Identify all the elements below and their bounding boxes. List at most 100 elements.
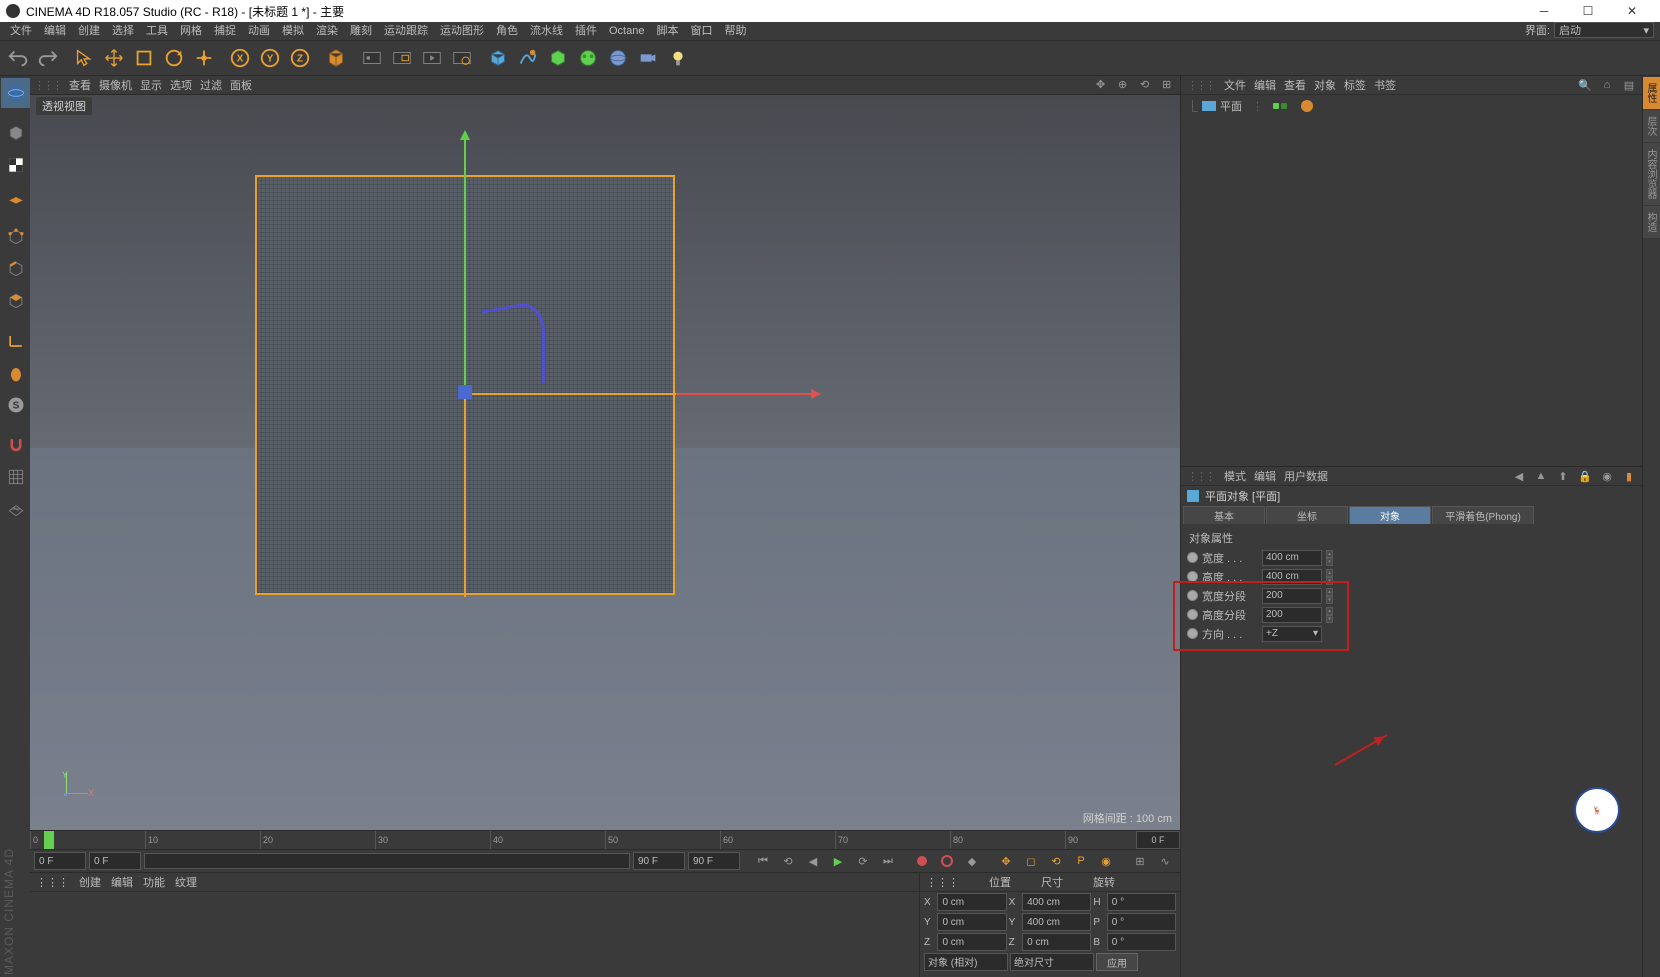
redo-button[interactable] bbox=[34, 44, 62, 72]
coord-mode-select[interactable]: 对象 (相对) bbox=[924, 953, 1008, 971]
anim-toggle[interactable] bbox=[1187, 590, 1198, 601]
mat-menu-edit[interactable]: 编辑 bbox=[111, 874, 133, 890]
frame-a-field[interactable]: 90 F bbox=[633, 852, 685, 870]
keyframe-sel-button[interactable]: ◆ bbox=[961, 851, 983, 871]
menu-edit[interactable]: 编辑 bbox=[38, 22, 72, 40]
viewport-rotate-icon[interactable]: ⟲ bbox=[1140, 78, 1154, 92]
viewport-maximize-icon[interactable]: ⊞ bbox=[1162, 78, 1176, 92]
attr-menu-edit[interactable]: 编辑 bbox=[1254, 468, 1276, 484]
orientation-select[interactable]: +Z▾ bbox=[1262, 626, 1322, 642]
menu-select[interactable]: 选择 bbox=[106, 22, 140, 40]
history-up-icon[interactable]: ⬆ bbox=[1556, 469, 1570, 483]
menu-tracker[interactable]: 运动跟踪 bbox=[378, 22, 434, 40]
prev-key-button[interactable]: ⟲ bbox=[777, 851, 799, 871]
pos-y-field[interactable]: 0 cm bbox=[937, 913, 1006, 931]
size-x-field[interactable]: 400 cm bbox=[1022, 893, 1091, 911]
y-axis-button[interactable]: Y bbox=[256, 44, 284, 72]
point-mode-button[interactable] bbox=[1, 222, 31, 252]
spinner[interactable]: ▴▾ bbox=[1326, 569, 1333, 585]
generator-button[interactable] bbox=[544, 44, 572, 72]
coord-size-mode-select[interactable]: 绝对尺寸 bbox=[1010, 953, 1094, 971]
history-fwd-icon[interactable]: ▲ bbox=[1534, 469, 1548, 483]
obj-menu-file[interactable]: 文件 bbox=[1224, 77, 1246, 93]
height-segments-field[interactable]: 200 bbox=[1262, 607, 1322, 623]
menu-snap[interactable]: 捕捉 bbox=[208, 22, 242, 40]
attr-menu-userdata[interactable]: 用户数据 bbox=[1284, 468, 1328, 484]
rot-p-field[interactable]: 0 ° bbox=[1107, 913, 1176, 931]
grip-icon[interactable]: ⋮⋮⋮ bbox=[1187, 470, 1214, 483]
filter-icon[interactable]: ▤ bbox=[1622, 78, 1636, 92]
height-field[interactable]: 400 cm bbox=[1262, 569, 1322, 585]
scale-button[interactable] bbox=[130, 44, 158, 72]
menu-tools[interactable]: 工具 bbox=[140, 22, 174, 40]
pos-x-field[interactable]: 0 cm bbox=[937, 893, 1006, 911]
timeline-window-button[interactable]: ⊞ bbox=[1129, 851, 1151, 871]
render-pv-button[interactable] bbox=[418, 44, 446, 72]
view-icon[interactable]: ⌂ bbox=[1600, 78, 1614, 92]
menu-animate[interactable]: 动画 bbox=[242, 22, 276, 40]
lock-icon[interactable]: 🔒 bbox=[1578, 469, 1592, 483]
anim-toggle[interactable] bbox=[1187, 609, 1198, 620]
size-y-field[interactable]: 400 cm bbox=[1022, 913, 1091, 931]
record-button[interactable] bbox=[911, 851, 933, 871]
attr-tab-basic[interactable]: 基本 bbox=[1183, 506, 1265, 524]
pos-z-field[interactable]: 0 cm bbox=[937, 933, 1006, 951]
object-y-handle[interactable] bbox=[464, 391, 466, 597]
size-z-field[interactable]: 0 cm bbox=[1022, 933, 1091, 951]
layout-selector[interactable]: 界面: 启动▾ bbox=[1525, 22, 1654, 38]
visibility-render-toggle[interactable] bbox=[1281, 103, 1287, 109]
render-settings-button[interactable] bbox=[448, 44, 476, 72]
window-minimize-button[interactable]: ─ bbox=[1522, 0, 1566, 22]
width-segments-field[interactable]: 200 bbox=[1262, 588, 1322, 604]
attr-tab-phong[interactable]: 平滑着色(Phong) bbox=[1432, 506, 1534, 524]
z-axis-button[interactable]: Z bbox=[286, 44, 314, 72]
menu-pipeline[interactable]: 流水线 bbox=[524, 22, 569, 40]
menu-mesh[interactable]: 网格 bbox=[174, 22, 208, 40]
axis-mode-button[interactable] bbox=[1, 326, 31, 356]
live-select-button[interactable] bbox=[70, 44, 98, 72]
mat-menu-function[interactable]: 功能 bbox=[143, 874, 165, 890]
frame-current-field[interactable]: 0 F bbox=[89, 852, 141, 870]
perspective-viewport[interactable]: 透视视图 YX 网格间距 : 100 cm bbox=[30, 95, 1180, 830]
object-tree[interactable]: ⎿ 平面 ⋮ bbox=[1181, 95, 1642, 466]
goto-end-button[interactable]: ⏭ bbox=[877, 851, 899, 871]
workplane-button[interactable] bbox=[1, 462, 31, 492]
autokey-button[interactable] bbox=[936, 851, 958, 871]
view-menu-display[interactable]: 显示 bbox=[140, 77, 162, 93]
menu-create[interactable]: 创建 bbox=[72, 22, 106, 40]
spinner[interactable]: ▴▾ bbox=[1326, 607, 1333, 623]
grip-icon[interactable]: ⋮⋮⋮ bbox=[34, 79, 61, 92]
polygon-mode-button[interactable] bbox=[1, 286, 31, 316]
menu-character[interactable]: 角色 bbox=[490, 22, 524, 40]
side-tab-1[interactable]: 属性 bbox=[1643, 77, 1660, 109]
render-region-button[interactable] bbox=[388, 44, 416, 72]
viewport-move-icon[interactable]: ✥ bbox=[1096, 78, 1110, 92]
next-key-button[interactable]: ⟳ bbox=[852, 851, 874, 871]
timeline-end-field[interactable]: 0 F bbox=[1136, 831, 1180, 849]
menu-plugins[interactable]: 插件 bbox=[569, 22, 603, 40]
new-window-icon[interactable]: ◉ bbox=[1600, 469, 1614, 483]
search-icon[interactable]: 🔍 bbox=[1578, 78, 1592, 92]
object-origin-handle[interactable] bbox=[458, 385, 472, 399]
attr-tab-coord[interactable]: 坐标 bbox=[1266, 506, 1348, 524]
side-tab-2[interactable]: 层次 bbox=[1643, 110, 1660, 142]
obj-menu-object[interactable]: 对象 bbox=[1314, 77, 1336, 93]
anim-toggle[interactable] bbox=[1187, 628, 1198, 639]
coord-apply-button[interactable]: 应用 bbox=[1096, 953, 1138, 971]
rot-h-field[interactable]: 0 ° bbox=[1107, 893, 1176, 911]
side-tab-3[interactable]: 内容浏览器 bbox=[1643, 143, 1660, 205]
menu-file[interactable]: 文件 bbox=[4, 22, 38, 40]
fcurve-button[interactable]: ∿ bbox=[1154, 851, 1176, 871]
grip-icon[interactable]: ⋮⋮⋮ bbox=[926, 876, 959, 889]
primitive-cube-button[interactable] bbox=[484, 44, 512, 72]
move-button[interactable] bbox=[100, 44, 128, 72]
play-button[interactable]: ▶ bbox=[827, 851, 849, 871]
expand-icon[interactable]: ⎿ bbox=[1187, 98, 1198, 114]
view-menu-view[interactable]: 查看 bbox=[69, 77, 91, 93]
menu-octane[interactable]: Octane bbox=[603, 22, 650, 40]
view-menu-panel[interactable]: 面板 bbox=[230, 77, 252, 93]
texture-mode-button[interactable] bbox=[1, 150, 31, 180]
camera-button[interactable] bbox=[634, 44, 662, 72]
viewport-zoom-icon[interactable]: ⊕ bbox=[1118, 78, 1132, 92]
grip-icon[interactable]: ⋮⋮⋮ bbox=[36, 876, 69, 889]
